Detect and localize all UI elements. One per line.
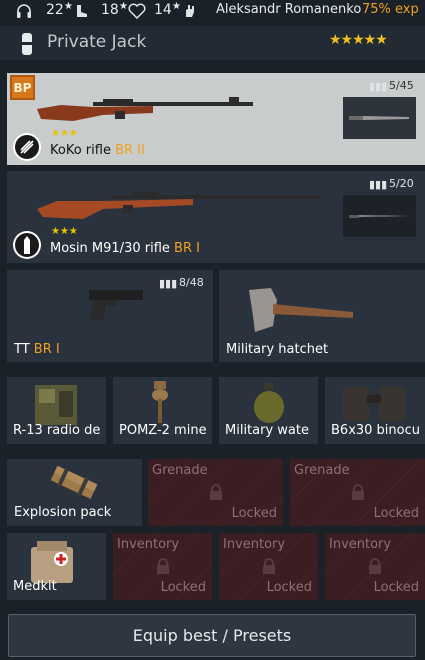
lock-icon (157, 558, 169, 574)
boot-icon (77, 5, 87, 17)
equip-best-presets-button[interactable]: Equip best / Presets (8, 614, 416, 657)
hand-icon (186, 5, 194, 17)
weapon-type-icon (13, 231, 41, 259)
melee-name: Military hatchet (226, 342, 329, 357)
primary-weapon-stars: ★★★ (51, 128, 78, 139)
medkit-label: Medkit (13, 579, 57, 594)
spike-bayonet-icon (349, 215, 411, 218)
equipment-slot-binoculars[interactable]: B6x30 binocu (325, 377, 425, 444)
grenade-slot-title: Grenade (294, 463, 350, 478)
sidearm-ammo: 8/48 (179, 276, 204, 289)
stat-2-value: 18 (101, 2, 119, 18)
battle-pass-badge: BP (10, 75, 35, 100)
equipment-slot-radio[interactable]: R-13 radio de (7, 377, 106, 444)
locked-label: Locked (373, 506, 419, 521)
explosion-pack-label: Explosion pack (14, 505, 112, 520)
equipment-slot-water[interactable]: Military wate (219, 377, 318, 444)
lock-icon (263, 558, 275, 574)
bayonet-slot[interactable] (343, 97, 416, 139)
sidearm-br: BR I (33, 342, 60, 357)
equipment-label: B6x30 binocu (331, 423, 421, 438)
lock-icon (210, 484, 222, 500)
grenade-slot-locked: Grenade Locked (290, 459, 425, 526)
canteen-image (254, 383, 284, 423)
inventory-slot-title: Inventory (117, 537, 180, 552)
equipment-label: Military wate (225, 423, 309, 438)
star-icon: ★ (64, 1, 73, 12)
exp-progress: 75% exp (362, 2, 419, 17)
headphones-icon (17, 4, 31, 18)
weapon-type-icon (13, 133, 41, 161)
primary-weapon-slot[interactable]: BP ▮▮▮ 5/45 ★★★ KoKo rifle BR II (7, 73, 425, 165)
primary-weapon-name-text: KoKo rifle (50, 143, 111, 158)
inventory-slot-title: Inventory (223, 537, 286, 552)
inventory-slot-locked: Inventory Locked (219, 533, 318, 600)
radio-image (35, 385, 77, 425)
stat-3-value: 14 (154, 2, 172, 18)
sidearm-name-text: TT (14, 342, 30, 357)
username: Aleksandr Romanenko (216, 2, 362, 17)
inventory-slot-locked: Inventory Locked (325, 533, 425, 600)
secondary-weapon-br: BR I (174, 241, 200, 256)
ammo-icon: ▮▮▮ (369, 178, 388, 191)
equipment-label: POMZ-2 mine (119, 423, 207, 438)
equipment-label: R-13 radio de (13, 423, 101, 438)
primary-weapon-name: KoKo rifle BR II (50, 143, 145, 158)
tt-pistol-image (89, 290, 143, 320)
primary-ammo: 5/45 (389, 79, 414, 92)
secondary-weapon-slot[interactable]: ▮▮▮ 5/20 ★★★ Mosin M91/30 rifle BR I (7, 171, 425, 263)
melee-slot[interactable]: Military hatchet (219, 270, 425, 362)
bayonet-icon (349, 116, 409, 120)
rank-insignia-icon (22, 33, 32, 55)
ammo-icon: ▮▮▮ (369, 80, 388, 93)
locked-label: Locked (231, 506, 277, 521)
binoculars-image (343, 387, 405, 421)
secondary-ammo: 5/20 (389, 177, 414, 190)
secondary-weapon-name: Mosin M91/30 rifle BR I (50, 241, 200, 256)
explosion-pack-image (50, 465, 98, 499)
locked-label: Locked (373, 580, 419, 595)
bayonet-slot[interactable] (343, 195, 416, 237)
soldier-stars: ★★★★★ (329, 32, 388, 48)
koko-rifle-image (37, 97, 253, 121)
mosin-rifle-image (37, 192, 321, 219)
sidearm-name: TT BR I (14, 342, 60, 357)
soldier-header: Private Jack ★★★★★ (0, 26, 425, 60)
hatchet-image (249, 288, 353, 332)
ammo-icon: ▮▮▮ (159, 277, 178, 290)
heart-icon (128, 3, 146, 19)
star-icon: ★ (172, 1, 181, 12)
top-bar: 22 ★ 18 ★ 14 ★ Aleksandr Romanenko 75% e… (0, 0, 425, 22)
inventory-slot-title: Inventory (329, 537, 392, 552)
inventory-slot-locked: Inventory Locked (113, 533, 212, 600)
soldier-rank-name: Private Jack (47, 32, 147, 52)
star-icon: ★ (119, 1, 128, 12)
stat-1-value: 22 (46, 2, 64, 18)
mine-image (152, 381, 168, 423)
secondary-weapon-stars: ★★★ (51, 226, 78, 237)
explosion-pack-slot[interactable]: Explosion pack (7, 459, 142, 526)
lock-icon (352, 484, 364, 500)
locked-label: Locked (266, 580, 312, 595)
sidearm-slot[interactable]: ▮▮▮ 8/48 TT BR I (7, 270, 213, 362)
medkit-slot[interactable]: Medkit (7, 533, 106, 600)
locked-label: Locked (160, 580, 206, 595)
lock-icon (369, 558, 381, 574)
grenade-slot-title: Grenade (152, 463, 208, 478)
primary-weapon-br: BR II (115, 143, 145, 158)
secondary-weapon-name-text: Mosin M91/30 rifle (50, 241, 170, 256)
equipment-slot-mine[interactable]: POMZ-2 mine (113, 377, 212, 444)
grenade-slot-locked: Grenade Locked (148, 459, 283, 526)
